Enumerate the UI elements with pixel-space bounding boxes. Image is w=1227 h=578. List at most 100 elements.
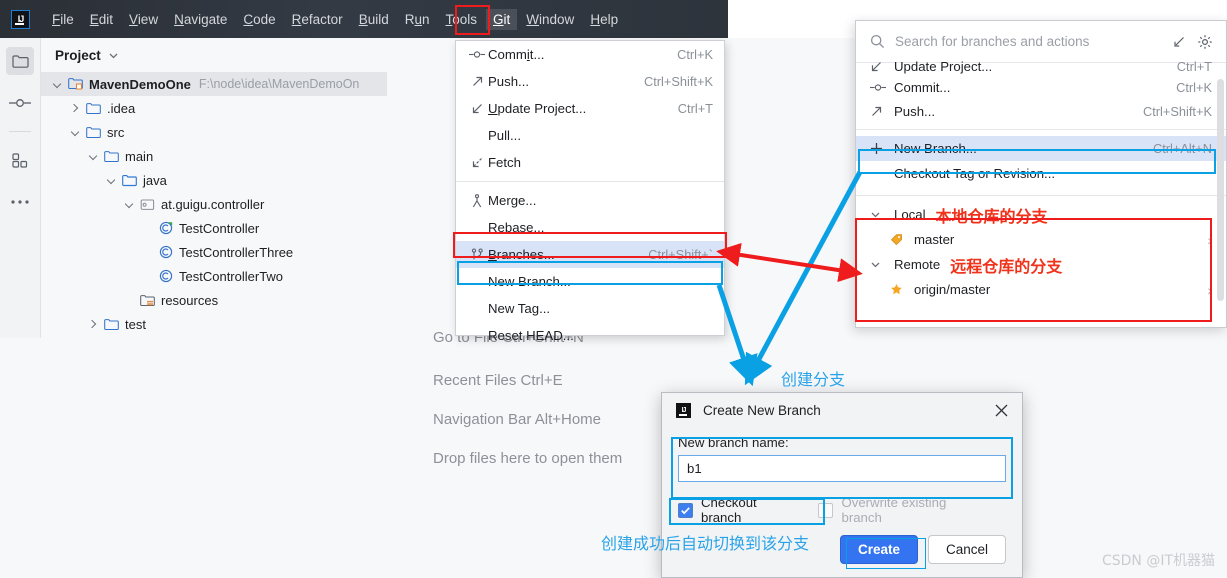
branch-group-label: Local [894, 207, 926, 222]
more-icon[interactable] [6, 188, 34, 216]
tree-node-label: TestControllerTwo [179, 268, 284, 284]
branch-group-remote[interactable]: Remote 远程仓库的分支 [856, 252, 1226, 277]
commit-icon[interactable] [6, 89, 34, 117]
git-menu-item-label: Commit... [488, 47, 545, 62]
popup-action-shortcut: Ctrl+T [1176, 58, 1212, 74]
git-menu-item-label: Reset HEAD... [488, 328, 574, 343]
git-menu-item-label: Pull... [488, 128, 521, 143]
popup-action-commit[interactable]: Commit... Ctrl+K [856, 75, 1226, 99]
tree-node[interactable]: TestController [41, 216, 387, 240]
push-icon [466, 75, 488, 88]
popup-action-push[interactable]: Push... Ctrl+Shift+K [856, 99, 1226, 123]
popup-action-update-project[interactable]: Update Project... Ctrl+T [856, 57, 1226, 75]
git-menu-item-label: Push... [488, 74, 530, 89]
popup-action-label: Checkout Tag or Revision... [894, 166, 1056, 181]
chevron-down-icon[interactable] [105, 174, 118, 187]
git-menu-item-merge[interactable]: Merge... [456, 187, 724, 214]
git-dropdown-menu[interactable]: Commit... Ctrl+K Push... Ctrl+Shift+K Update… [455, 40, 725, 343]
tree-node[interactable]: at.guigu.controller [41, 192, 387, 216]
tree-node-label: TestControllerThree [179, 244, 294, 260]
menu-navigate[interactable]: Navigate [167, 9, 234, 30]
intellij-logo-icon: IJ [11, 9, 30, 29]
chevron-down-icon[interactable] [69, 126, 82, 139]
branch-name-input[interactable]: b1 [678, 455, 1006, 482]
tag-icon [890, 233, 914, 246]
git-menu-item-label: Update Project... [488, 101, 587, 116]
tree-node[interactable]: test [41, 312, 387, 336]
tree-node[interactable]: .idea [41, 96, 387, 120]
menu-file[interactable]: File [45, 9, 81, 30]
menu-view[interactable]: View [122, 9, 165, 30]
menu-code[interactable]: Code [236, 9, 282, 30]
git-menu-item-shortcut: Ctrl+Shift+K [644, 74, 713, 89]
commit-icon [466, 50, 488, 59]
create-button[interactable]: Create [840, 535, 918, 564]
git-menu-item-rebase[interactable]: Rebase... [456, 214, 724, 241]
project-panel-title[interactable]: Project [41, 38, 387, 63]
menu-window[interactable]: Window [519, 9, 581, 30]
tree-node[interactable]: MavenDemoOne F:\node\idea\MavenDemoOn [41, 72, 387, 96]
branch-popup-list[interactable]: Update Project... Ctrl+T Commit... Ctrl+K Pu… [856, 57, 1226, 302]
menu-tools[interactable]: Tools [439, 9, 485, 30]
project-tree[interactable]: MavenDemoOne F:\node\idea\MavenDemoOn .ide… [41, 72, 387, 336]
close-icon[interactable] [990, 399, 1012, 421]
menu-run[interactable]: Run [398, 9, 437, 30]
popup-action-checkout-tag-or-revision[interactable]: Checkout Tag or Revision... [856, 161, 1226, 186]
git-menu-item-branches[interactable]: Branches... Ctrl+Shift+` [456, 241, 724, 268]
git-menu-item-push[interactable]: Push... Ctrl+Shift+K [456, 68, 724, 95]
git-menu-item-label: Branches... [488, 247, 555, 262]
chevron-right-icon[interactable] [87, 318, 100, 331]
checkout-branch-label[interactable]: Checkout branch [701, 495, 796, 525]
chevron-right-icon[interactable] [69, 102, 82, 115]
branch-group-local[interactable]: Local 本地仓库的分支 [856, 202, 1226, 227]
plus-icon [870, 142, 894, 155]
chevron-down-icon[interactable] [108, 50, 119, 61]
tree-node-label: java [143, 172, 167, 188]
branch-item[interactable]: master › [856, 227, 1226, 252]
menu-build[interactable]: Build [352, 9, 396, 30]
project-tool-window: Project MavenDemoOne F:\node\idea\MavenDe… [41, 38, 387, 338]
tree-node[interactable]: TestControllerThree [41, 240, 387, 264]
popup-separator [856, 129, 1226, 130]
chevron-down-icon[interactable] [870, 259, 894, 270]
tree-node[interactable]: src [41, 120, 387, 144]
branch-search-placeholder[interactable]: Search for branches and actions [895, 34, 1164, 49]
folder-icon[interactable] [6, 47, 34, 75]
tree-node[interactable]: java [41, 168, 387, 192]
tree-node[interactable]: resources [41, 288, 387, 312]
checkout-branch-checkbox[interactable] [678, 502, 693, 518]
branch-popup-scrollbar[interactable] [1217, 79, 1224, 301]
git-menu-item-commit[interactable]: Commit... Ctrl+K [456, 41, 724, 68]
structure-icon[interactable] [6, 146, 34, 174]
git-menu-item-shortcut: Ctrl+Shift+` [648, 247, 713, 262]
tree-node-label: at.guigu.controller [161, 196, 265, 212]
git-menu-item-reset-head[interactable]: Reset HEAD... [456, 322, 724, 349]
git-menu-item-update-project[interactable]: Update Project... Ctrl+T [456, 95, 724, 122]
folder-icon [85, 102, 102, 115]
menu-edit[interactable]: Edit [83, 9, 120, 30]
gear-icon[interactable] [1194, 31, 1216, 53]
git-menu-item-new-branch[interactable]: New Branch... [456, 268, 724, 295]
popup-action-new-branch[interactable]: New Branch... Ctrl+Alt+N [856, 136, 1226, 161]
menu-git[interactable]: Git [486, 8, 518, 30]
chevron-down-icon[interactable] [87, 150, 100, 163]
chevron-down-icon[interactable] [123, 198, 136, 211]
git-menu-item-new-tag[interactable]: New Tag... [456, 295, 724, 322]
tree-node[interactable]: main [41, 144, 387, 168]
popup-action-shortcut: Ctrl+Alt+N [1152, 141, 1212, 156]
branch-item[interactable]: origin/master › [856, 277, 1226, 302]
rail-divider [9, 131, 31, 132]
branches-popup[interactable]: Search for branches and actions Update P… [855, 20, 1227, 328]
menu-refactor[interactable]: Refactor [285, 9, 350, 30]
collapse-icon[interactable] [1168, 31, 1190, 53]
cancel-button[interactable]: Cancel [928, 535, 1006, 564]
menu-help[interactable]: Help [583, 9, 625, 30]
tree-node[interactable]: TestControllerTwo [41, 264, 387, 288]
watermark: CSDN @IT机器猫 [1101, 553, 1215, 569]
git-menu-item-pull[interactable]: Pull... [456, 122, 724, 149]
chevron-down-icon[interactable] [870, 209, 894, 220]
tree-node-label: src [107, 124, 125, 140]
git-menu-item-fetch[interactable]: Fetch [456, 149, 724, 176]
chevron-down-icon[interactable] [51, 78, 64, 91]
branch-name-label: New branch name: [678, 435, 789, 450]
